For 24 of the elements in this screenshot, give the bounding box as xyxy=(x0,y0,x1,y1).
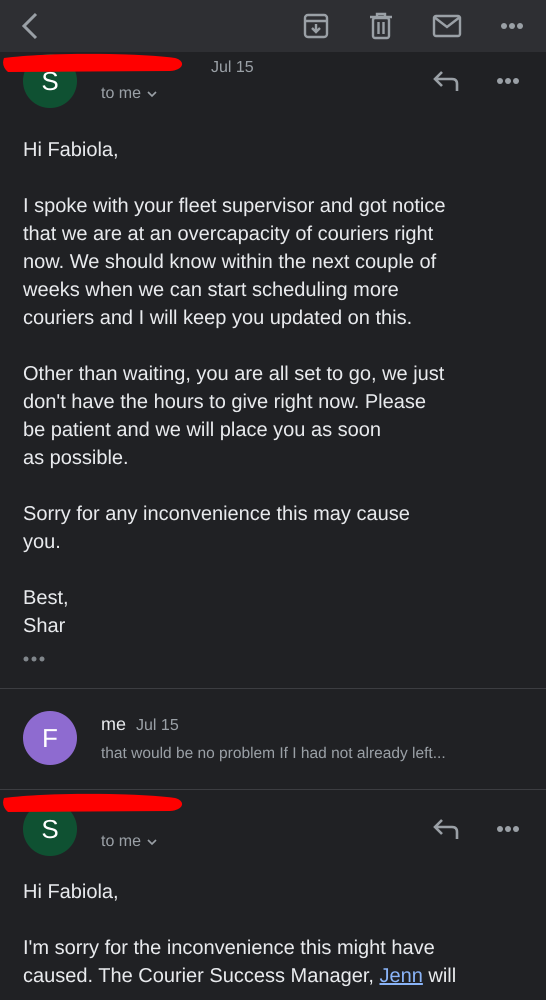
message-paragraph: Other than waiting, you are all set to go, we just don't have the hours to give right now. Please be patient and we will place you as soon as possible. xyxy=(23,362,446,471)
more-dots-icon xyxy=(23,656,45,662)
collapsed-message[interactable]: F me Jul 15 that would be no problem If I had not already left... xyxy=(0,689,546,789)
recipient-toggle[interactable]: to me xyxy=(101,833,158,851)
message-paragraph: Sorry for any inconvenience this may cause you. xyxy=(23,502,411,555)
message-snippet: that would be no problem If I had not already left... xyxy=(101,744,446,762)
greeting-text: Hi Fabiola, xyxy=(23,880,120,905)
name-link[interactable]: Jenn xyxy=(379,965,423,987)
back-button[interactable] xyxy=(20,11,40,41)
delete-button[interactable] xyxy=(368,12,394,40)
mail-button[interactable] xyxy=(432,14,462,38)
sender-avatar: F xyxy=(23,711,77,765)
chevron-down-icon xyxy=(147,90,158,98)
message-paragraph: I'm sorry for the inconvenience this might have caused. The Courier Success Manager, Jenn will xyxy=(23,936,458,989)
message-date: Jul 15 xyxy=(211,59,254,77)
sender-name: me xyxy=(101,714,126,734)
message-paragraph: I spoke with your fleet supervisor and got notice that we are at an overcapacity of couriers right now. We should know within the next couple of weeks when we can start scheduling more couriers and I will keep you updated on this. xyxy=(23,194,446,331)
chevron-down-icon xyxy=(147,838,158,846)
greeting-text: Hi Fabiola, xyxy=(23,138,120,163)
message-date: Jul 15 xyxy=(136,716,179,734)
archive-button[interactable] xyxy=(302,12,330,40)
more-button[interactable] xyxy=(500,22,524,30)
recipient-toggle[interactable]: to me xyxy=(101,85,158,103)
message-paragraph: Best, Shar xyxy=(23,586,70,639)
